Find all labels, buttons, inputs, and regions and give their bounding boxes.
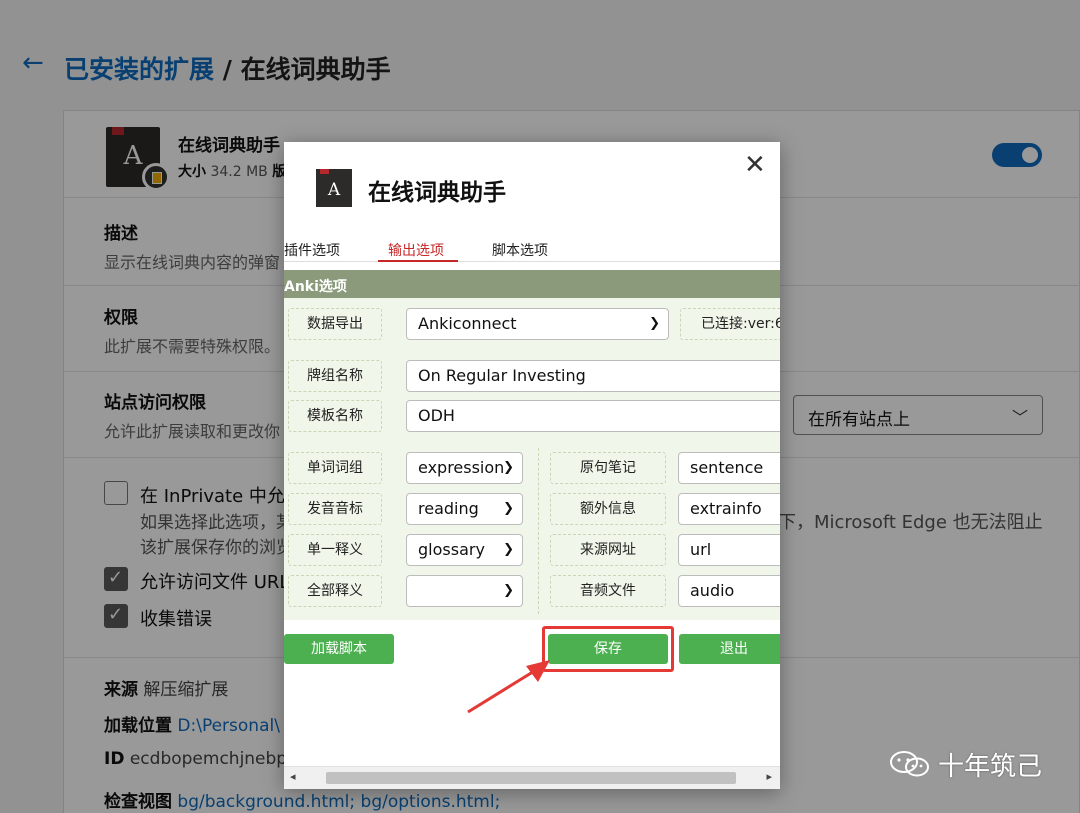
anki-section-header: Anki选项 [284, 270, 780, 298]
field-label-glossary: 单一释义 [288, 534, 382, 566]
chevron-down-icon: ❯ [503, 542, 514, 557]
id-row: ID ecdbopemchjnebp [104, 749, 288, 769]
field-label-all-glossary: 全部释义 [288, 575, 382, 607]
field-select-extrainfo[interactable]: extrainfo [678, 493, 780, 525]
field-select-glossary[interactable]: glossary ❯ [406, 534, 523, 566]
description-text: 显示在线词典内容的弹窗 [104, 253, 281, 272]
tab-output-options[interactable]: 输出选项 [388, 240, 444, 260]
scroll-right-icon[interactable]: ▸ [766, 770, 772, 783]
unpacked-badge-icon [142, 163, 170, 191]
inspect-views-link[interactable]: bg/background.html; bg/options.html; [177, 792, 500, 812]
dictionary-app-icon: A [316, 169, 352, 207]
model-label: 模板名称 [288, 400, 382, 432]
save-highlight-box [542, 626, 674, 672]
inprivate-sub-2: 该扩展保存你的浏览 [140, 538, 293, 558]
site-access-text: 允许此扩展读取和更改你 [104, 422, 281, 441]
field-label-extrainfo: 额外信息 [550, 493, 666, 525]
inprivate-warning-tail: 下，Microsoft Edge 也无法阻止 [778, 512, 1043, 533]
extension-name: 在线词典助手 [178, 136, 280, 156]
close-icon[interactable]: ✕ [744, 150, 766, 180]
field-select-all-glossary[interactable]: ❯ [406, 575, 523, 607]
inprivate-label: 在 InPrivate 中允许 [140, 486, 303, 507]
connection-status: 已连接:ver:6 [680, 308, 780, 340]
horizontal-scrollbar[interactable]: ◂ ▸ [284, 766, 780, 789]
collect-errors-label: 收集错误 [140, 609, 212, 630]
annotation-arrow-icon [467, 660, 550, 714]
file-url-checkbox[interactable] [104, 567, 128, 591]
deck-label: 牌组名称 [288, 360, 382, 392]
model-input[interactable]: ODH [406, 400, 780, 432]
wechat-icon [890, 751, 929, 777]
inspect-views-row: 检查视图 bg/background.html; bg/options.html… [104, 792, 501, 812]
collect-errors-checkbox[interactable] [104, 604, 128, 628]
file-url-label: 允许访问文件 URL [140, 572, 290, 593]
tab-script-options[interactable]: 脚本选项 [492, 240, 548, 260]
chevron-down-icon: ❯ [503, 583, 514, 598]
permissions-text: 此扩展不需要特殊权限。 [104, 337, 281, 356]
chevron-down-icon: ❯ [649, 316, 660, 331]
export-select[interactable]: Ankiconnect ❯ [406, 308, 669, 340]
site-access-select[interactable]: 在所有站点上 ﹀ [793, 395, 1043, 435]
deck-input[interactable]: On Regular Investing [406, 360, 780, 392]
extension-size: 大小 34.2 MB 版 [178, 164, 287, 180]
site-access-title: 站点访问权限 [104, 393, 206, 413]
breadcrumb: 已安装的扩展 / 在线词典助手 [64, 50, 391, 86]
field-select-expression[interactable]: expression ❯ [406, 452, 523, 484]
load-location-link[interactable]: D:\Personal\ [177, 716, 280, 736]
description-title: 描述 [104, 224, 138, 244]
extension-enable-toggle[interactable] [992, 143, 1042, 167]
tab-plugin-options[interactable]: 插件选项 [284, 240, 340, 260]
field-select-url[interactable]: url [678, 534, 780, 566]
chevron-down-icon: ﹀ [1011, 408, 1028, 427]
tab-bar: 插件选项 输出选项 脚本选项 [284, 238, 780, 262]
scrollbar-thumb[interactable] [326, 772, 736, 784]
back-arrow-icon[interactable]: ← [22, 48, 44, 78]
load-script-button[interactable]: 加载脚本 [284, 634, 394, 664]
field-label-sentence: 原句笔记 [550, 452, 666, 484]
breadcrumb-installed-extensions[interactable]: 已安装的扩展 [64, 55, 214, 84]
dialog-title: 在线词典助手 [368, 180, 506, 206]
breadcrumb-current: 在线词典助手 [240, 55, 391, 84]
load-location-row: 加载位置 D:\Personal\ [104, 716, 280, 736]
inprivate-sub-1: 如果选择此选项，某 [140, 513, 293, 533]
field-label-reading: 发音音标 [288, 493, 382, 525]
chevron-down-icon: ❯ [503, 460, 514, 475]
active-tab-indicator [378, 260, 458, 262]
field-label-audio: 音频文件 [550, 575, 666, 607]
field-select-reading[interactable]: reading ❯ [406, 493, 523, 525]
field-select-sentence[interactable]: sentence [678, 452, 780, 484]
field-select-audio[interactable]: audio [678, 575, 780, 607]
field-label-url: 来源网址 [550, 534, 666, 566]
inprivate-checkbox[interactable] [104, 481, 128, 505]
chevron-down-icon: ❯ [503, 501, 514, 516]
breadcrumb-separator: / [222, 55, 232, 84]
exit-button[interactable]: 退出 [679, 634, 780, 664]
source-row: 来源 解压缩扩展 [104, 680, 229, 700]
scroll-left-icon[interactable]: ◂ [290, 770, 296, 783]
field-label-expression: 单词词组 [288, 452, 382, 484]
export-label: 数据导出 [288, 308, 382, 340]
permissions-title: 权限 [104, 308, 138, 328]
